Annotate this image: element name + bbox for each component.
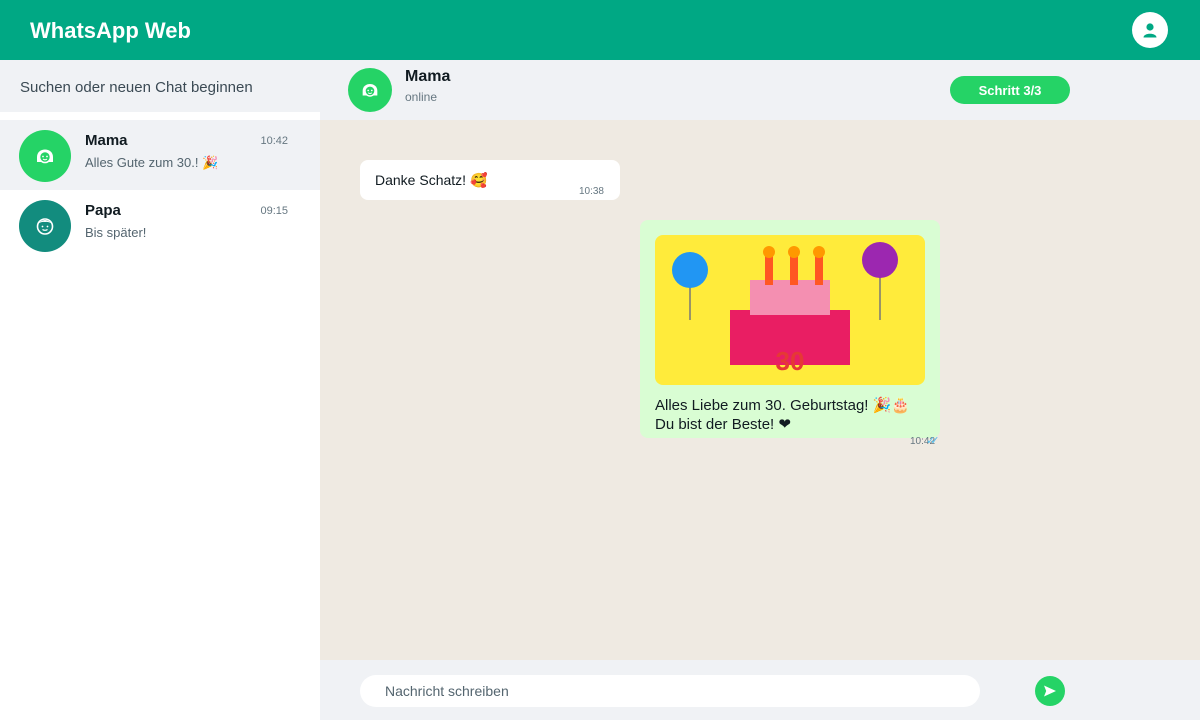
chat-sidebar: Mama 10:42 Alles Gute zum 30.! 🎉 Papa 09… [0,60,320,720]
search-input[interactable] [20,76,310,98]
top-bar: WhatsApp Web [0,0,1200,60]
chat-list-item-papa[interactable]: Papa 09:15 Bis später! [0,190,320,260]
chat-time: 09:15 [260,205,288,217]
chat-preview: Bis später! [85,225,147,240]
app-title: WhatsApp Web [30,18,191,43]
avatar [19,200,71,252]
woman-face-icon [362,84,378,97]
send-icon [1044,685,1056,697]
chat-list-item-mama[interactable]: Mama 10:42 Alles Gute zum 30.! 🎉 [0,120,320,190]
message-input[interactable] [360,675,980,707]
step-button[interactable]: Schritt 3/3 [950,76,1070,104]
chat-preview: Alles Gute zum 30.! 🎉 [85,155,219,170]
card-number: 30 [776,346,805,376]
message-text-line: Alles Liebe zum 30. Geburtstag! 🎉🎂 [655,397,910,414]
chat-time: 10:42 [260,135,288,147]
send-button[interactable] [1035,676,1065,706]
chat-header: Mama online Schritt 3/3 [320,60,1200,120]
contact-status: online [405,90,438,104]
contact-name: Mama [405,68,451,85]
contact-avatar[interactable] [348,68,392,112]
avatar [19,130,71,182]
message-time: 10:38 [578,186,604,197]
composer-bar [320,660,1200,720]
read-ticks-icon: ✓✓ [926,435,940,447]
man-face-icon [36,218,54,235]
birthday-card-image[interactable]: 30 [655,235,925,385]
message-text: Danke Schatz! 🥰 [375,172,488,188]
outgoing-message: 30 Alles Liebe zum 30. Geburtstag! 🎉🎂 Du… [640,220,940,447]
message-area[interactable]: Danke Schatz! 🥰 10:38 30 Alles Liebe zum… [320,120,1200,660]
incoming-message: Danke Schatz! 🥰 10:38 [360,160,620,200]
chat-name: Mama [85,132,128,149]
chat-name: Papa [85,202,121,219]
search-bar [0,60,320,112]
user-icon [1143,23,1157,38]
profile-button[interactable] [1132,12,1168,48]
woman-face-icon [37,149,53,164]
message-text-line: Du bist der Beste! ❤ [655,416,791,433]
